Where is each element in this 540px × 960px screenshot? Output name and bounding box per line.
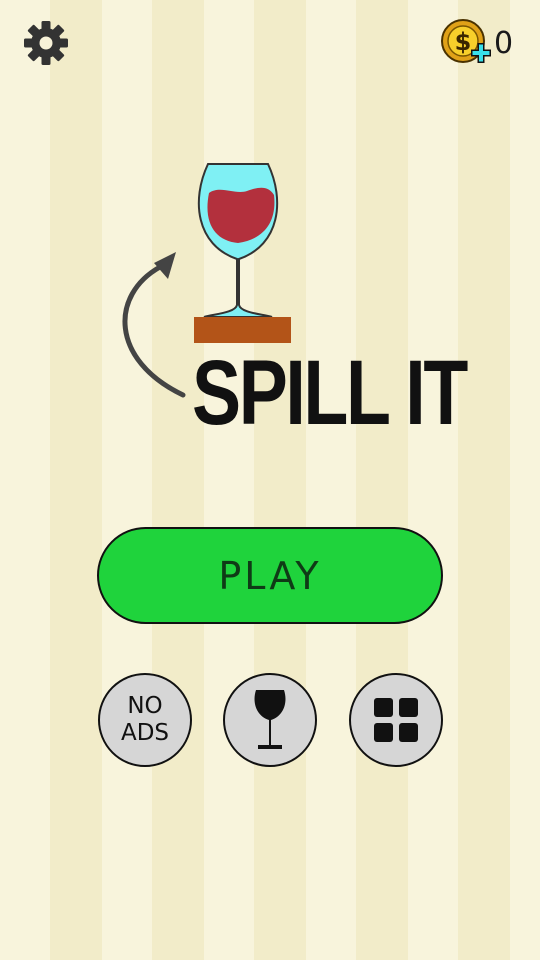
no-ads-label: NO ADS [120, 693, 170, 746]
wine-glass-icon [197, 163, 279, 318]
curved-arrow-icon [122, 252, 186, 398]
play-label: PLAY [218, 553, 322, 598]
coin-plus-icon: $ [441, 19, 491, 63]
add-coins-button[interactable]: $ [440, 18, 492, 68]
wine-glass-icon [254, 690, 286, 749]
levels-button[interactable] [349, 673, 443, 767]
play-button[interactable]: PLAY [97, 527, 443, 624]
grid-icon [374, 698, 418, 742]
no-ads-button[interactable]: NO ADS [98, 673, 192, 767]
svg-text:$: $ [455, 28, 472, 56]
game-title: SPILL IT [192, 342, 468, 444]
coin-count: 0 [494, 26, 514, 61]
glass-shop-button[interactable] [223, 673, 317, 767]
gear-icon [24, 21, 68, 65]
settings-button[interactable] [22, 19, 70, 67]
